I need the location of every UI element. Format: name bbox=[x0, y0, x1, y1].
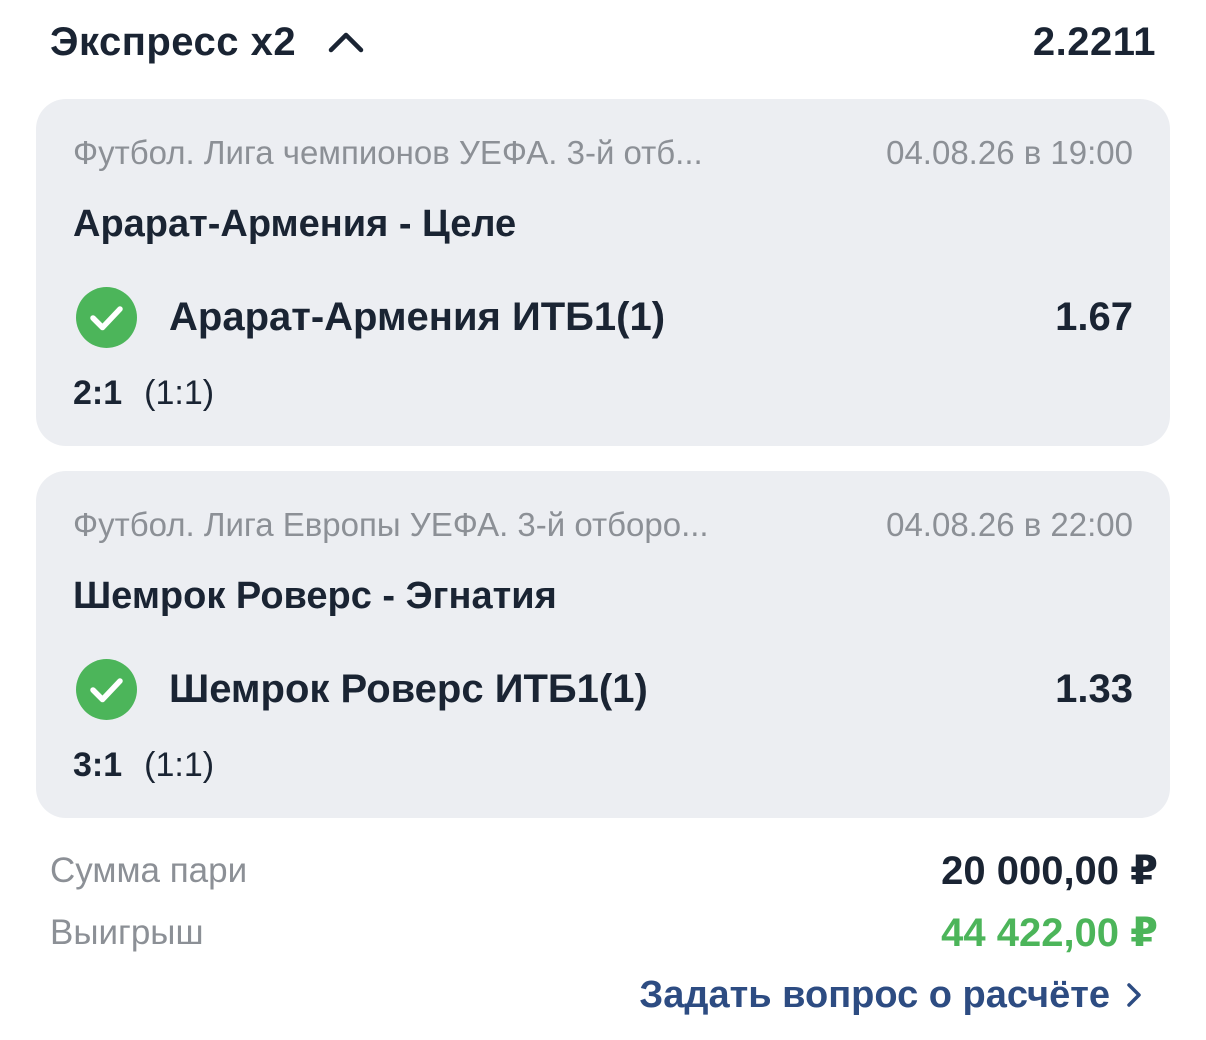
stake-label: Сумма пари bbox=[50, 851, 248, 890]
final-score: 2:1 bbox=[73, 374, 123, 412]
total-odds: 2.2211 bbox=[1032, 19, 1156, 64]
stake-row: Сумма пари 20 000,00 ₽ bbox=[50, 843, 1158, 899]
selection-name: Шемрок Роверс ИТБ1(1) bbox=[169, 666, 648, 711]
event-league: Футбол. Лига чемпионов УЕФА. 3-й отб... bbox=[73, 134, 703, 171]
event-selection: Шемрок Роверс ИТБ1(1) 1.33 bbox=[76, 657, 1133, 721]
selection-name: Арарат-Армения ИТБ1(1) bbox=[169, 294, 666, 339]
bet-header-left: Экспресс x2 bbox=[50, 20, 366, 65]
event-card[interactable]: Футбол. Лига Европы УЕФА. 3-й отборо... … bbox=[36, 471, 1170, 818]
event-league: Футбол. Лига Европы УЕФА. 3-й отборо... bbox=[73, 506, 709, 543]
ask-about-settlement-link[interactable]: Задать вопрос о расчёте bbox=[639, 966, 1144, 1024]
event-card[interactable]: Футбол. Лига чемпионов УЕФА. 3-й отб... … bbox=[36, 99, 1170, 446]
event-score: 3:1 (1:1) bbox=[73, 746, 214, 785]
stake-value: 20 000,00 ₽ bbox=[941, 849, 1158, 893]
event-datetime: 04.08.26 в 19:00 bbox=[886, 134, 1133, 171]
check-circle-icon bbox=[76, 286, 137, 348]
bet-header: Экспресс x2 2.2211 bbox=[50, 14, 1156, 70]
event-meta: Футбол. Лига Европы УЕФА. 3-й отборо... … bbox=[73, 503, 1133, 547]
event-score: 2:1 (1:1) bbox=[73, 374, 214, 413]
chevron-right-icon bbox=[1126, 980, 1144, 1010]
win-value: 44 422,00 ₽ bbox=[941, 911, 1158, 955]
event-meta: Футбол. Лига чемпионов УЕФА. 3-й отб... … bbox=[73, 131, 1133, 175]
half-time-score: (1:1) bbox=[144, 374, 215, 412]
selection-odds: 1.67 bbox=[1055, 294, 1133, 339]
event-match-title: Арарат-Армения - Целе bbox=[73, 203, 517, 245]
event-datetime: 04.08.26 в 22:00 bbox=[886, 506, 1133, 543]
ask-link-label: Задать вопрос о расчёте bbox=[639, 973, 1110, 1016]
win-row: Выигрыш 44 422,00 ₽ bbox=[50, 905, 1158, 961]
half-time-score: (1:1) bbox=[144, 746, 215, 784]
selection-odds: 1.33 bbox=[1055, 666, 1133, 711]
chevron-up-icon[interactable] bbox=[326, 22, 366, 62]
win-label: Выигрыш bbox=[50, 913, 204, 952]
check-circle-icon bbox=[76, 658, 137, 720]
final-score: 3:1 bbox=[73, 746, 123, 784]
event-selection: Арарат-Армения ИТБ1(1) 1.67 bbox=[76, 285, 1133, 349]
bet-type-title: Экспресс x2 bbox=[50, 19, 297, 64]
event-match-title: Шемрок Роверс - Эгнатия bbox=[73, 575, 557, 617]
